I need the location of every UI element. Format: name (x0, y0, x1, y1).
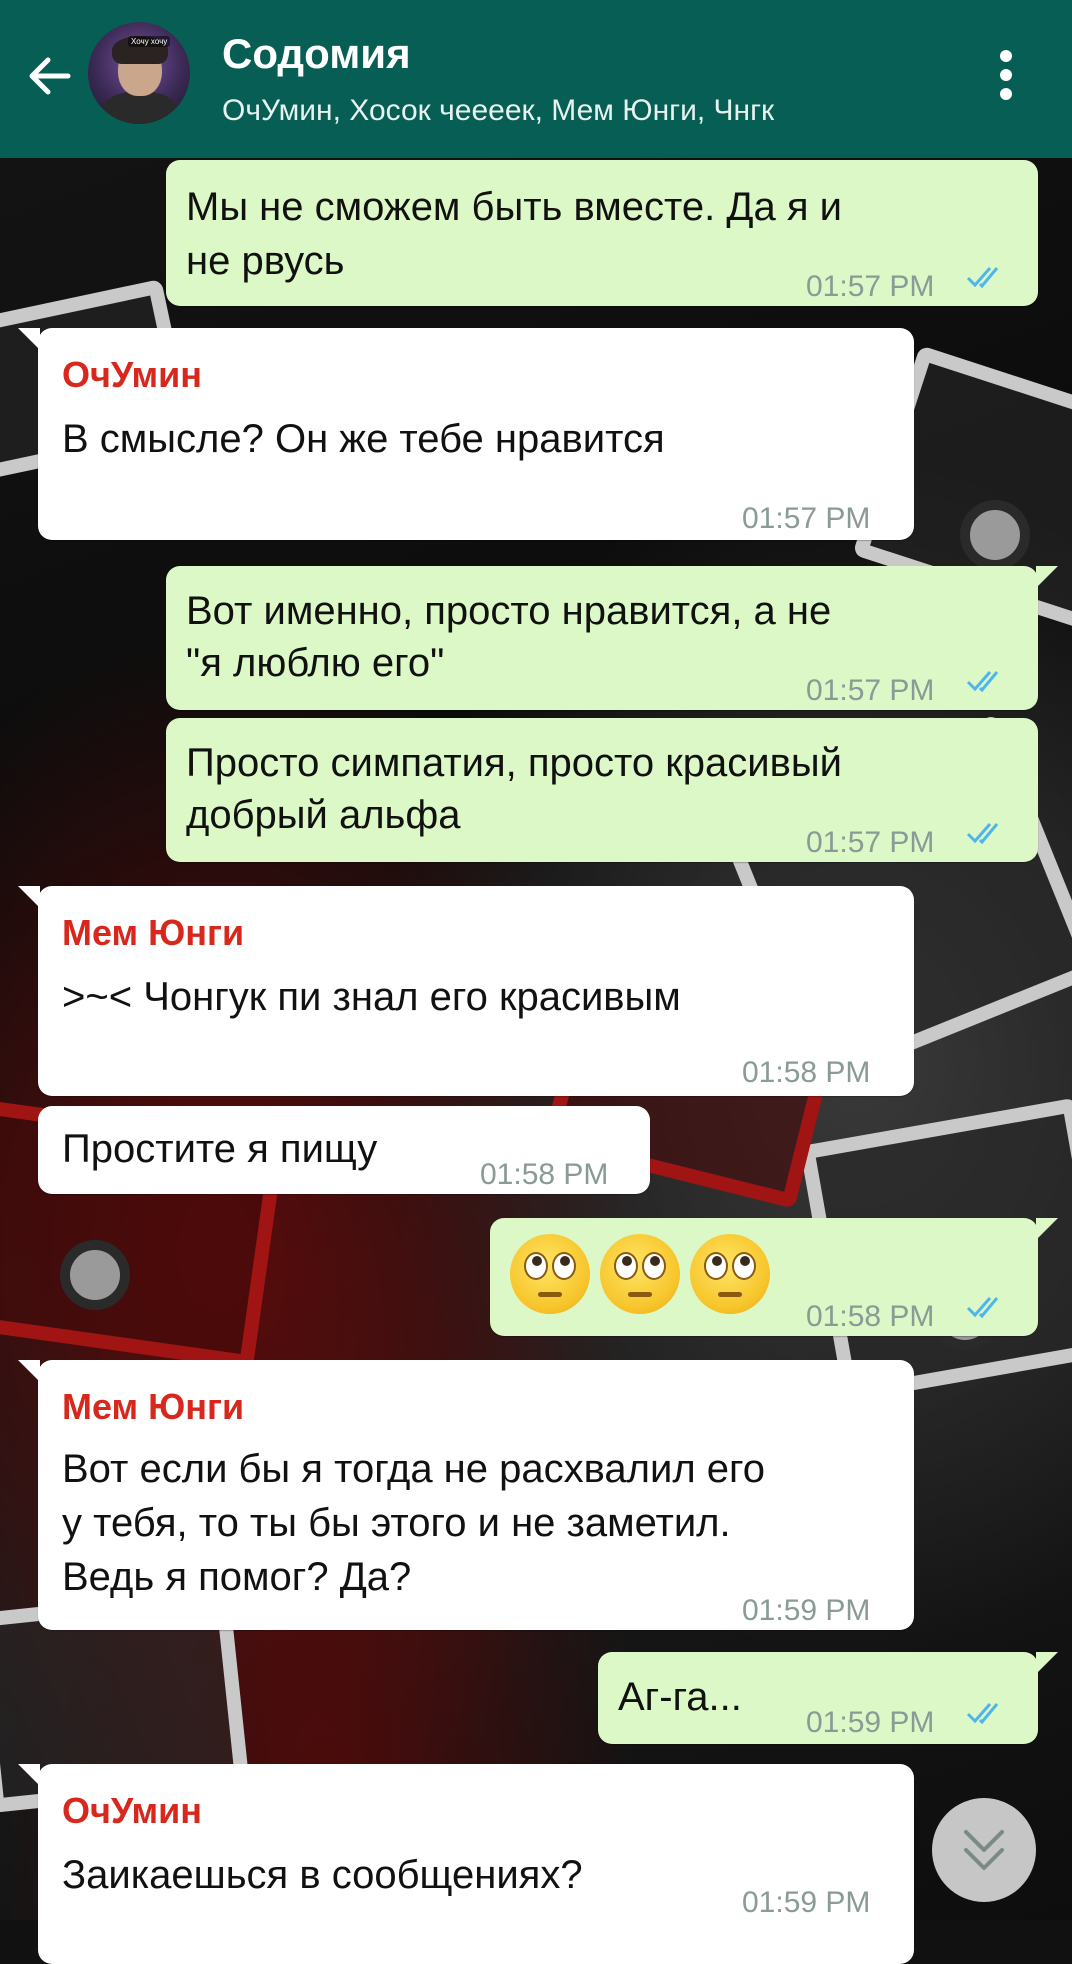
message-time: 01:59 PM (806, 1706, 935, 1739)
message-text: Мы не сможем быть вместе. Да я и (186, 185, 842, 229)
message-outgoing[interactable]: Аг-га... 01:59 PM (598, 1652, 1058, 1744)
double-check-icon (966, 1703, 999, 1725)
double-check-icon (966, 823, 999, 845)
message-outgoing[interactable]: Вот именно, просто нравится, а не "я люб… (166, 566, 1058, 710)
message-text: Ведь я помог? Да? (62, 1555, 412, 1599)
chat-title[interactable]: Содомия (222, 30, 411, 78)
message-text: >~< Чонгук пи знал его красивым (62, 975, 681, 1019)
double-check-icon (966, 267, 999, 289)
rolling-eyes-emoji (510, 1234, 590, 1314)
message-incoming[interactable]: Мем Юнги Вот если бы я тогда не расхвали… (18, 1360, 914, 1630)
double-check-icon (966, 671, 999, 693)
message-time: 01:58 PM (806, 1300, 935, 1333)
message-text: "я люблю его" (186, 641, 445, 685)
message-incoming[interactable]: Мем Юнги >~< Чонгук пи знал его красивым… (18, 886, 914, 1096)
message-time: 01:57 PM (742, 502, 871, 535)
chat-members: ОчУмин, Хосок чееeeк, Мем Юнги, Чнгк (222, 94, 775, 127)
message-time: 01:57 PM (806, 270, 935, 303)
message-outgoing-emoji[interactable]: 01:58 PM (490, 1218, 1058, 1336)
sender-name: ОчУмин (62, 354, 203, 395)
rolling-eyes-emoji (690, 1234, 770, 1314)
message-time: 01:57 PM (806, 674, 935, 707)
message-text: Заикаешься в сообщениях? (62, 1853, 583, 1897)
vertical-dots-icon[interactable] (998, 50, 1014, 106)
message-text: Аг-га... (618, 1675, 742, 1719)
message-time: 01:58 PM (742, 1056, 871, 1089)
group-avatar[interactable]: Хочу хочу (88, 22, 190, 124)
message-text: В смысле? Он же тебе нравится (62, 417, 665, 461)
message-time: 01:59 PM (742, 1886, 871, 1919)
message-incoming[interactable]: Простите я пищу 01:58 PM (38, 1106, 650, 1194)
message-text: Вот если бы я тогда не расхвалил его (62, 1447, 766, 1491)
double-check-icon (966, 1297, 999, 1319)
message-time: 01:59 PM (742, 1594, 871, 1627)
sender-name: Мем Юнги (62, 912, 245, 953)
scroll-to-bottom-button[interactable] (932, 1798, 1036, 1902)
sender-name: Мем Юнги (62, 1386, 245, 1427)
message-text: у тебя, то ты бы этого и не заметил. (62, 1501, 731, 1545)
chat-header: Хочу хочу Содомия ОчУмин, Хосок чееeeк, … (0, 0, 1072, 158)
message-outgoing[interactable]: Просто симпатия, просто красивый добрый … (166, 718, 1038, 862)
message-text: Вот именно, просто нравится, а не (186, 589, 832, 633)
double-chevron-down-icon (964, 1830, 1004, 1870)
message-text: добрый альфа (186, 793, 461, 837)
message-time: 01:57 PM (806, 826, 935, 859)
message-text: Просто симпатия, просто красивый (186, 741, 842, 785)
message-incoming[interactable]: ОчУмин Заикаешься в сообщениях? 01:59 PM (18, 1764, 914, 1964)
rolling-eyes-emoji (600, 1234, 680, 1314)
arrow-left-icon[interactable] (22, 48, 78, 104)
avatar-tag: Хочу хочу (128, 36, 171, 47)
message-time: 01:58 PM (480, 1158, 609, 1191)
message-outgoing[interactable]: Мы не сможем быть вместе. Да я и не рвус… (166, 160, 1038, 306)
message-text: Простите я пищу (62, 1127, 378, 1171)
message-incoming[interactable]: ОчУмин В смысле? Он же тебе нравится 01:… (18, 328, 914, 540)
message-text: не рвусь (186, 239, 345, 283)
sender-name: ОчУмин (62, 1790, 203, 1831)
